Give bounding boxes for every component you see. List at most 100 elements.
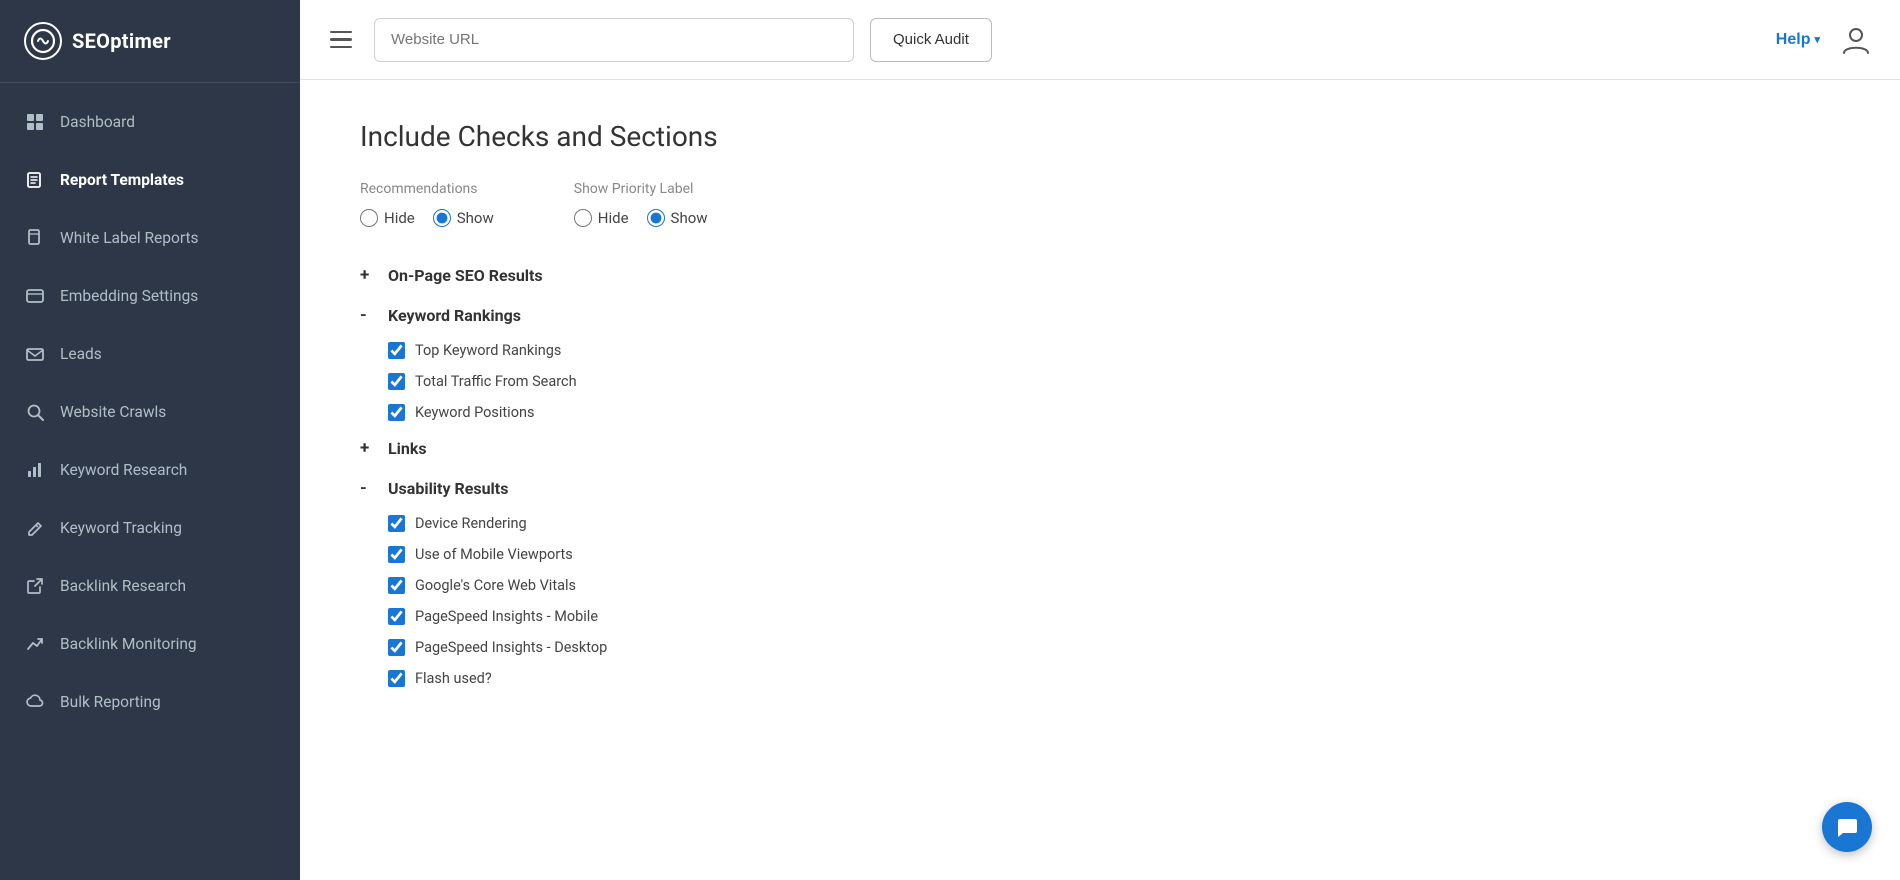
sidebar-navigation: Dashboard Report Templates bbox=[0, 83, 300, 880]
sidebar-item-dashboard[interactable]: Dashboard bbox=[0, 93, 300, 151]
section-usability-results[interactable]: - Usability Results bbox=[360, 468, 1840, 508]
check-keyword-positions: Keyword Positions bbox=[360, 397, 1840, 428]
check-label: Google's Core Web Vitals bbox=[415, 577, 576, 594]
check-pagespeed-desktop: PageSpeed Insights - Desktop bbox=[360, 632, 1840, 663]
sidebar-item-label: Website Crawls bbox=[60, 403, 166, 421]
help-button[interactable]: Help ▾ bbox=[1776, 31, 1820, 49]
content-area: Include Checks and Sections Recommendati… bbox=[300, 80, 1900, 880]
check-flash-used: Flash used? bbox=[360, 663, 1840, 694]
check-core-web-vitals: Google's Core Web Vitals bbox=[360, 570, 1840, 601]
sidebar-item-label: Embedding Settings bbox=[60, 287, 198, 305]
check-label: Top Keyword Rankings bbox=[415, 342, 561, 359]
sidebar-item-label: Backlink Research bbox=[60, 577, 186, 595]
sidebar-item-website-crawls[interactable]: Website Crawls bbox=[0, 383, 300, 441]
header: Quick Audit Help ▾ bbox=[300, 0, 1900, 80]
recommendations-hide-option[interactable]: Hide bbox=[360, 209, 415, 227]
sidebar-item-keyword-tracking[interactable]: Keyword Tracking bbox=[0, 499, 300, 557]
section-usability-label: Usability Results bbox=[388, 479, 508, 498]
checkbox-total-traffic[interactable] bbox=[388, 373, 405, 390]
section-links[interactable]: + Links bbox=[360, 428, 1840, 468]
checkbox-top-keyword-rankings[interactable] bbox=[388, 342, 405, 359]
checkbox-core-web-vitals[interactable] bbox=[388, 577, 405, 594]
priority-hide-radio[interactable] bbox=[574, 209, 592, 227]
check-label: Flash used? bbox=[415, 670, 492, 687]
toggle-plus-icon: + bbox=[360, 265, 380, 285]
edit-icon bbox=[24, 169, 46, 191]
sidebar-item-bulk-reporting[interactable]: Bulk Reporting bbox=[0, 673, 300, 731]
priority-show-radio[interactable] bbox=[647, 209, 665, 227]
checkbox-device-rendering[interactable] bbox=[388, 515, 405, 532]
search-icon bbox=[24, 401, 46, 423]
bar-chart-icon bbox=[24, 459, 46, 481]
recommendations-show-option[interactable]: Show bbox=[433, 209, 494, 227]
section-list: + On-Page SEO Results - Keyword Rankings… bbox=[360, 255, 1840, 694]
sidebar-item-label: Keyword Tracking bbox=[60, 519, 182, 537]
priority-show-option[interactable]: Show bbox=[647, 209, 708, 227]
priority-hide-option[interactable]: Hide bbox=[574, 209, 629, 227]
embed-icon bbox=[24, 285, 46, 307]
sidebar-item-label: Dashboard bbox=[60, 113, 135, 131]
check-label: Device Rendering bbox=[415, 515, 527, 532]
sidebar-item-leads[interactable]: Leads bbox=[0, 325, 300, 383]
check-mobile-viewports: Use of Mobile Viewports bbox=[360, 539, 1840, 570]
section-links-label: Links bbox=[388, 439, 427, 458]
recommendations-radio-group: Hide Show bbox=[360, 209, 494, 227]
chevron-down-icon: ▾ bbox=[1814, 33, 1820, 46]
sidebar-item-label: Leads bbox=[60, 345, 102, 363]
checkbox-pagespeed-mobile[interactable] bbox=[388, 608, 405, 625]
file-icon bbox=[24, 227, 46, 249]
recommendations-show-radio[interactable] bbox=[433, 209, 451, 227]
priority-label-control: Show Priority Label Hide Show bbox=[574, 181, 708, 227]
check-label: Keyword Positions bbox=[415, 404, 534, 421]
main-area: Quick Audit Help ▾ Include Checks and Se… bbox=[300, 0, 1900, 880]
trending-up-icon bbox=[24, 633, 46, 655]
sidebar: SEOptimer Dashboard bbox=[0, 0, 300, 880]
recommendations-hide-radio[interactable] bbox=[360, 209, 378, 227]
check-label: Use of Mobile Viewports bbox=[415, 546, 573, 563]
toggle-minus-icon: - bbox=[360, 305, 380, 325]
section-keyword-rankings-label: Keyword Rankings bbox=[388, 306, 521, 325]
toggle-plus-icon-links: + bbox=[360, 438, 380, 458]
external-link-icon bbox=[24, 575, 46, 597]
checkbox-keyword-positions[interactable] bbox=[388, 404, 405, 421]
checkbox-flash-used[interactable] bbox=[388, 670, 405, 687]
sidebar-item-label: Bulk Reporting bbox=[60, 693, 161, 711]
toggle-minus-icon-usability: - bbox=[360, 478, 380, 498]
cloud-icon bbox=[24, 691, 46, 713]
logo-text: SEOptimer bbox=[72, 29, 171, 53]
sidebar-item-backlink-monitoring[interactable]: Backlink Monitoring bbox=[0, 615, 300, 673]
check-top-keyword-rankings: Top Keyword Rankings bbox=[360, 335, 1840, 366]
logo-icon bbox=[24, 22, 62, 60]
section-on-page-seo-label: On-Page SEO Results bbox=[388, 266, 543, 285]
user-avatar-button[interactable] bbox=[1836, 20, 1876, 60]
priority-label-heading: Show Priority Label bbox=[574, 181, 708, 197]
sidebar-logo: SEOptimer bbox=[0, 0, 300, 83]
checkbox-mobile-viewports[interactable] bbox=[388, 546, 405, 563]
sidebar-item-report-templates[interactable]: Report Templates bbox=[0, 151, 300, 209]
mail-icon bbox=[24, 343, 46, 365]
chat-bubble-button[interactable] bbox=[1822, 802, 1872, 852]
check-device-rendering: Device Rendering bbox=[360, 508, 1840, 539]
menu-button[interactable] bbox=[324, 25, 358, 55]
url-input[interactable] bbox=[374, 18, 854, 62]
recommendations-label: Recommendations bbox=[360, 181, 494, 197]
check-label: Total Traffic From Search bbox=[415, 373, 577, 390]
section-on-page-seo[interactable]: + On-Page SEO Results bbox=[360, 255, 1840, 295]
sidebar-item-keyword-research[interactable]: Keyword Research bbox=[0, 441, 300, 499]
sidebar-item-white-label-reports[interactable]: White Label Reports bbox=[0, 209, 300, 267]
check-pagespeed-mobile: PageSpeed Insights - Mobile bbox=[360, 601, 1840, 632]
quick-audit-button[interactable]: Quick Audit bbox=[870, 18, 992, 62]
sidebar-item-label: Backlink Monitoring bbox=[60, 635, 197, 653]
priority-radio-group: Hide Show bbox=[574, 209, 708, 227]
sidebar-item-embedding-settings[interactable]: Embedding Settings bbox=[0, 267, 300, 325]
pen-icon bbox=[24, 517, 46, 539]
sidebar-item-backlink-research[interactable]: Backlink Research bbox=[0, 557, 300, 615]
sidebar-item-label: White Label Reports bbox=[60, 229, 199, 247]
page-title: Include Checks and Sections bbox=[360, 120, 1840, 153]
sidebar-item-label: Report Templates bbox=[60, 171, 184, 189]
section-controls: Recommendations Hide Show Show Priority … bbox=[360, 181, 1840, 227]
section-keyword-rankings[interactable]: - Keyword Rankings bbox=[360, 295, 1840, 335]
check-label: PageSpeed Insights - Desktop bbox=[415, 639, 607, 656]
check-label: PageSpeed Insights - Mobile bbox=[415, 608, 598, 625]
checkbox-pagespeed-desktop[interactable] bbox=[388, 639, 405, 656]
